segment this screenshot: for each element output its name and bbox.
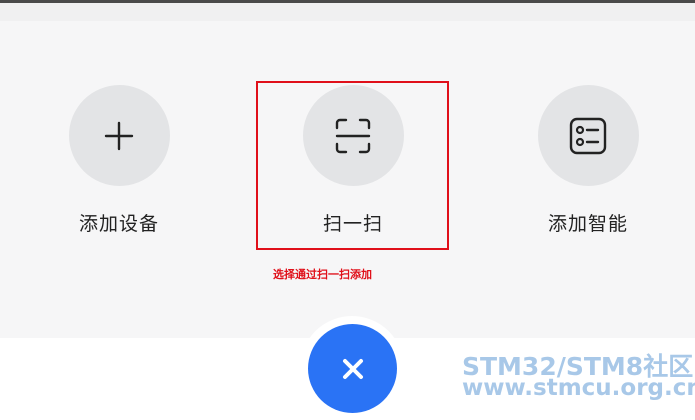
add-device-button[interactable]: 添加设备 [39,85,199,236]
watermark-line2: www.stmcu.org.cn [462,375,695,401]
add-device-label: 添加设备 [78,213,159,235]
highlight-box [256,81,449,250]
add-smart-label: 添加智能 [547,213,628,235]
list-card-icon [569,117,607,154]
add-device-icon-circle[interactable] [68,85,170,186]
add-smart-icon-circle[interactable] [537,85,639,186]
annotation-note: 选择通过扫一扫添加 [273,268,372,281]
plus-icon [104,121,134,150]
close-button[interactable] [308,324,397,413]
close-icon [342,358,363,379]
add-smart-button[interactable]: 添加智能 [508,85,668,236]
